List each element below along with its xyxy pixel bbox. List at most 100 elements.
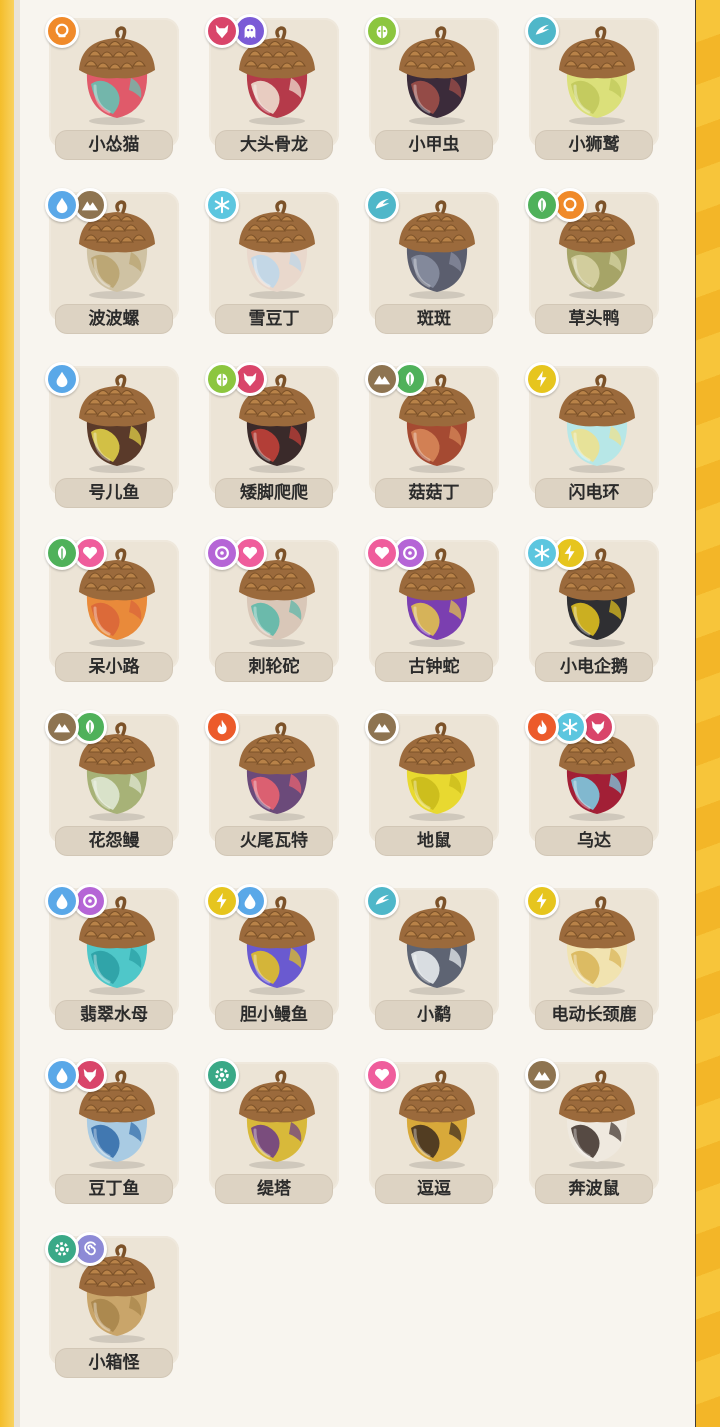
electric-type-icon <box>525 884 559 918</box>
creature-card[interactable]: 电动长颈鹿 <box>525 884 659 1030</box>
ground-type-icon <box>45 710 79 744</box>
ground-type-icon <box>525 1058 559 1092</box>
creature-name-label: 雪豆丁 <box>215 304 333 334</box>
creature-name-label: 小甲虫 <box>375 130 493 160</box>
creature-card[interactable]: 呆小路 <box>45 536 179 682</box>
creature-card[interactable]: 花怨鳗 <box>45 710 179 856</box>
creature-card[interactable]: 小鹬 <box>365 884 499 1030</box>
creature-card[interactable]: 逗逗 <box>365 1058 499 1204</box>
acorn-egg-icon <box>553 26 641 126</box>
creature-card[interactable]: 翡翠水母 <box>45 884 179 1030</box>
bug-type-icon <box>365 14 399 48</box>
flying-type-icon <box>365 188 399 222</box>
type-badges <box>365 14 399 48</box>
creature-name-label: 小箱怪 <box>55 1348 173 1378</box>
creature-card[interactable]: 小箱怪 <box>45 1232 179 1378</box>
type-badges <box>365 536 427 570</box>
creature-name-label: 火尾瓦特 <box>215 826 333 856</box>
creature-name-label: 草头鸭 <box>535 304 653 334</box>
creature-name-label: 花怨鳗 <box>55 826 173 856</box>
creature-card[interactable]: 大头骨龙 <box>205 14 339 160</box>
acorn-egg-icon <box>73 374 161 474</box>
type-badges <box>205 710 239 744</box>
fairy-type-icon <box>365 536 399 570</box>
type-badges <box>45 884 107 918</box>
fairy-type-icon <box>365 1058 399 1092</box>
type-badges <box>525 884 559 918</box>
creature-name-label: 缇塔 <box>215 1174 333 1204</box>
type-badges <box>365 362 427 396</box>
water-type-icon <box>45 188 79 222</box>
type-badges <box>365 884 399 918</box>
creature-card[interactable]: 乌达 <box>525 710 659 856</box>
creature-card[interactable]: 小狮鹫 <box>525 14 659 160</box>
acorn-egg-icon <box>233 200 321 300</box>
type-badges <box>525 710 615 744</box>
creature-name-label: 地鼠 <box>375 826 493 856</box>
creature-card[interactable]: 古钟蛇 <box>365 536 499 682</box>
type-badges <box>205 536 267 570</box>
ice-type-icon <box>525 536 559 570</box>
water-type-icon <box>45 362 79 396</box>
creature-card[interactable]: 火尾瓦特 <box>205 710 339 856</box>
type-badges <box>45 14 79 48</box>
creature-name-label: 小狮鹫 <box>535 130 653 160</box>
type-badges <box>205 14 267 48</box>
type-badges <box>205 1058 239 1092</box>
creature-card[interactable]: 小甲虫 <box>365 14 499 160</box>
normal-type-icon <box>45 14 79 48</box>
acorn-egg-icon <box>553 374 641 474</box>
creature-card[interactable]: 刺轮砣 <box>205 536 339 682</box>
acorn-egg-icon <box>233 722 321 822</box>
creature-name-label: 小怂猫 <box>55 130 173 160</box>
acorn-egg-icon <box>553 1070 641 1170</box>
creature-card[interactable]: 小电企鹅 <box>525 536 659 682</box>
creature-name-label: 号儿鱼 <box>55 478 173 508</box>
water-type-icon <box>45 884 79 918</box>
water-type-icon <box>45 1058 79 1092</box>
creature-card[interactable]: 闪电环 <box>525 362 659 508</box>
type-badges <box>45 1058 107 1092</box>
creature-card[interactable]: 波波螺 <box>45 188 179 334</box>
type-badges <box>45 1232 107 1266</box>
creature-grid: 小怂猫 大头骨龙 小甲虫 小狮鹫波波螺 雪豆丁 斑斑 草头鸭号儿鱼 矮脚爬爬 菇菇丁 闪电环呆小路… <box>45 14 669 1378</box>
mechanical-type-icon <box>45 1232 79 1266</box>
psychic-type-icon <box>205 536 239 570</box>
type-badges <box>525 188 587 222</box>
type-badges <box>45 188 107 222</box>
background-strip <box>0 0 14 1427</box>
creature-card[interactable]: 奔波鼠 <box>525 1058 659 1204</box>
type-badges <box>205 362 267 396</box>
type-badges <box>525 362 559 396</box>
type-badges <box>525 1058 559 1092</box>
creature-card[interactable]: 矮脚爬爬 <box>205 362 339 508</box>
ground-type-icon <box>365 710 399 744</box>
creature-card[interactable]: 小怂猫 <box>45 14 179 160</box>
flying-type-icon <box>365 884 399 918</box>
ice-type-icon <box>205 188 239 222</box>
creature-card[interactable]: 缇塔 <box>205 1058 339 1204</box>
creature-name-label: 呆小路 <box>55 652 173 682</box>
creature-name-label: 菇菇丁 <box>375 478 493 508</box>
creature-card[interactable]: 豆丁鱼 <box>45 1058 179 1204</box>
acorn-egg-icon <box>393 722 481 822</box>
creature-name-label: 波波螺 <box>55 304 173 334</box>
type-badges <box>45 362 79 396</box>
creature-card[interactable]: 胆小鳗鱼 <box>205 884 339 1030</box>
creature-name-label: 奔波鼠 <box>535 1174 653 1204</box>
creature-card[interactable]: 斑斑 <box>365 188 499 334</box>
acorn-egg-icon <box>553 896 641 996</box>
bug-type-icon <box>205 362 239 396</box>
dark-type-icon <box>205 14 239 48</box>
acorn-egg-icon <box>393 896 481 996</box>
type-badges <box>525 536 587 570</box>
creature-card[interactable]: 号儿鱼 <box>45 362 179 508</box>
creature-name-label: 乌达 <box>535 826 653 856</box>
creature-card[interactable]: 菇菇丁 <box>365 362 499 508</box>
creature-card[interactable]: 雪豆丁 <box>205 188 339 334</box>
creature-name-label: 豆丁鱼 <box>55 1174 173 1204</box>
creature-name-label: 闪电环 <box>535 478 653 508</box>
creature-card[interactable]: 草头鸭 <box>525 188 659 334</box>
type-badges <box>45 536 107 570</box>
creature-card[interactable]: 地鼠 <box>365 710 499 856</box>
